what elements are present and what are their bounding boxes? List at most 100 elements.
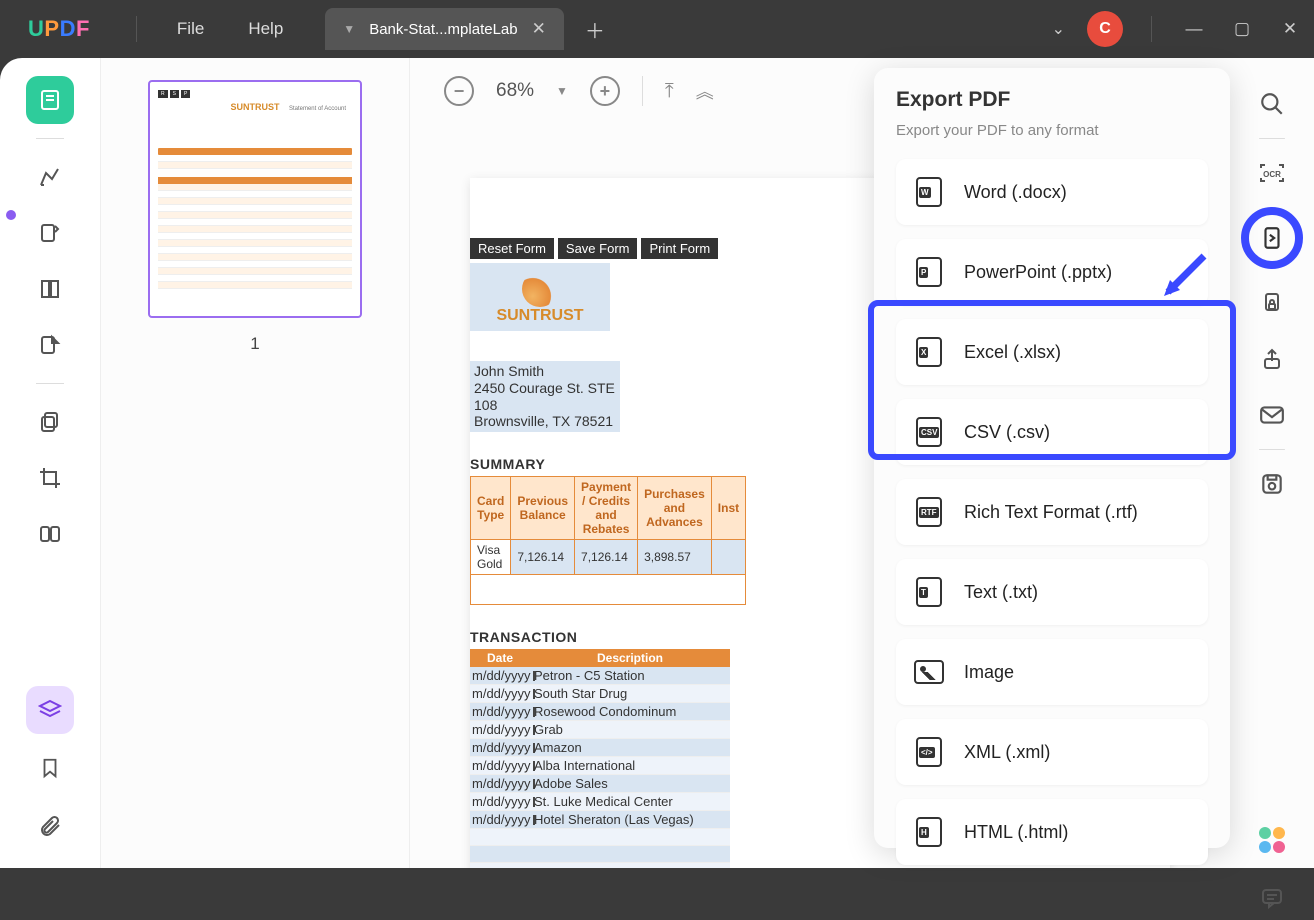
save-icon[interactable] <box>1250 462 1294 506</box>
title-bar: UPDF File Help ▼ Bank-Stat...mplateLab ✕… <box>0 0 1314 58</box>
menu-file[interactable]: File <box>155 19 226 39</box>
transaction-date[interactable]: m/dd/yyyy <box>470 739 530 756</box>
transaction-row: m/dd/yyyyAlba International <box>470 757 730 775</box>
thumbnail-panel: RSP SUNTRUST Statement of Account 1 <box>100 58 410 868</box>
bookmark-tool[interactable] <box>26 744 74 792</box>
file-icon <box>914 417 944 447</box>
export-option-powerpoint[interactable]: PowerPoint (.pptx) <box>896 239 1208 305</box>
document-tab[interactable]: ▼ Bank-Stat...mplateLab ✕ <box>325 8 564 50</box>
transaction-desc: Alba International <box>530 757 730 774</box>
ai-assistant-icon[interactable] <box>1250 818 1294 862</box>
separator <box>36 383 64 384</box>
export-option-html[interactable]: HTML (.html) <box>896 799 1208 865</box>
transaction-row-empty <box>470 846 730 863</box>
transaction-desc: St. Luke Medical Center <box>530 793 730 810</box>
indicator-dot <box>6 210 16 220</box>
menu-help[interactable]: Help <box>226 19 305 39</box>
transaction-desc: Rosewood Condominum <box>530 703 730 720</box>
zoom-value[interactable]: 68% <box>496 80 534 102</box>
search-icon[interactable] <box>1250 82 1294 126</box>
maximize-button[interactable]: ▢ <box>1218 8 1266 50</box>
thumbnails-tool[interactable] <box>26 76 74 124</box>
export-option-xml[interactable]: XML (.xml) <box>896 719 1208 785</box>
export-option-label: Word (.docx) <box>964 182 1067 203</box>
transaction-date[interactable]: m/dd/yyyy <box>470 757 530 774</box>
summary-cell: 7,126.14 <box>511 540 575 575</box>
separator <box>1259 449 1285 450</box>
share-icon[interactable] <box>1250 337 1294 381</box>
export-pdf-icon[interactable] <box>1241 207 1303 269</box>
document-logo: SUNTRUST <box>470 263 610 331</box>
email-icon[interactable] <box>1250 393 1294 437</box>
transaction-date[interactable]: m/dd/yyyy <box>470 721 530 738</box>
summary-cell <box>711 540 745 575</box>
transaction-row-empty <box>470 863 730 868</box>
pages-tool[interactable] <box>26 265 74 313</box>
thumbnail-page-number: 1 <box>250 334 259 354</box>
export-option-excel[interactable]: Excel (.xlsx) <box>896 319 1208 385</box>
save-form-button[interactable]: Save Form <box>558 238 638 259</box>
print-form-button[interactable]: Print Form <box>641 238 718 259</box>
export-option-label: Rich Text Format (.rtf) <box>964 502 1138 523</box>
tab-close-icon[interactable]: ✕ <box>532 19 546 39</box>
transaction-date[interactable]: m/dd/yyyy <box>470 685 530 702</box>
scroll-top-icon[interactable]: ⤒ <box>665 80 674 103</box>
ocr-icon[interactable]: OCR <box>1250 151 1294 195</box>
export-option-image[interactable]: Image <box>896 639 1208 705</box>
export-option-rich[interactable]: Rich Text Format (.rtf) <box>896 479 1208 545</box>
export-option-label: Image <box>964 662 1014 683</box>
annotate-tool[interactable] <box>26 209 74 257</box>
file-icon <box>914 177 944 207</box>
protect-icon[interactable] <box>1250 281 1294 325</box>
file-icon <box>914 577 944 607</box>
user-avatar[interactable]: C <box>1087 11 1123 47</box>
transaction-date[interactable]: m/dd/yyyy <box>470 775 530 792</box>
page-thumbnail[interactable]: RSP SUNTRUST Statement of Account <box>148 80 362 318</box>
collapse-up-icon[interactable]: ︽ <box>696 78 714 104</box>
export-option-csv[interactable]: CSV (.csv) <box>896 399 1208 465</box>
export-option-word[interactable]: Word (.docx) <box>896 159 1208 225</box>
export-option-text[interactable]: Text (.txt) <box>896 559 1208 625</box>
export-option-label: HTML (.html) <box>964 822 1068 843</box>
export-option-label: CSV (.csv) <box>964 422 1050 443</box>
file-icon <box>914 497 944 527</box>
address-line1: 2450 Courage St. STE 108 <box>474 380 616 414</box>
compare-tool[interactable] <box>26 510 74 558</box>
transaction-date[interactable]: m/dd/yyyy <box>470 811 530 828</box>
export-panel: Export PDF Export your PDF to any format… <box>874 68 1230 848</box>
minimize-button[interactable]: — <box>1170 8 1218 50</box>
layers-tool[interactable] <box>26 686 74 734</box>
highlight-tool[interactable] <box>26 153 74 201</box>
tab-dropdown-icon[interactable]: ▼ <box>343 22 355 36</box>
transaction-row: m/dd/yyyySt. Luke Medical Center <box>470 793 730 811</box>
fill-tool[interactable] <box>26 321 74 369</box>
separator <box>36 138 64 139</box>
zoom-out-button[interactable]: − <box>444 76 474 106</box>
summary-header: Purchases and Advances <box>638 477 712 540</box>
export-subtitle: Export your PDF to any format <box>896 122 1208 139</box>
divider <box>136 16 137 42</box>
close-window-button[interactable]: ✕ <box>1266 8 1314 50</box>
export-option-label: XML (.xml) <box>964 742 1050 763</box>
reset-form-button[interactable]: Reset Form <box>470 238 554 259</box>
transaction-date[interactable]: m/dd/yyyy <box>470 793 530 810</box>
svg-text:OCR: OCR <box>1263 170 1281 179</box>
transaction-row: m/dd/yyyyPetron - C5 Station <box>470 667 730 685</box>
zoom-in-button[interactable]: + <box>590 76 620 106</box>
transaction-date[interactable]: m/dd/yyyy <box>470 667 530 684</box>
comment-icon[interactable] <box>1250 876 1294 920</box>
new-tab-button[interactable]: ＋ <box>578 15 612 44</box>
copy-pages-tool[interactable] <box>26 398 74 446</box>
transaction-desc: Petron - C5 Station <box>530 667 730 684</box>
export-option-label: Text (.txt) <box>964 582 1038 603</box>
crop-tool[interactable] <box>26 454 74 502</box>
zoom-dropdown-icon[interactable]: ▼ <box>556 84 568 98</box>
file-icon <box>914 257 944 287</box>
window-controls: — ▢ ✕ <box>1170 8 1314 50</box>
transaction-date[interactable]: m/dd/yyyy <box>470 703 530 720</box>
attachment-tool[interactable] <box>26 802 74 850</box>
summary-cell: Visa Gold <box>471 540 511 575</box>
transaction-row-empty <box>470 829 730 846</box>
col-description: Description <box>530 649 730 667</box>
tab-overflow-icon[interactable]: ⌄ <box>1040 19 1077 39</box>
